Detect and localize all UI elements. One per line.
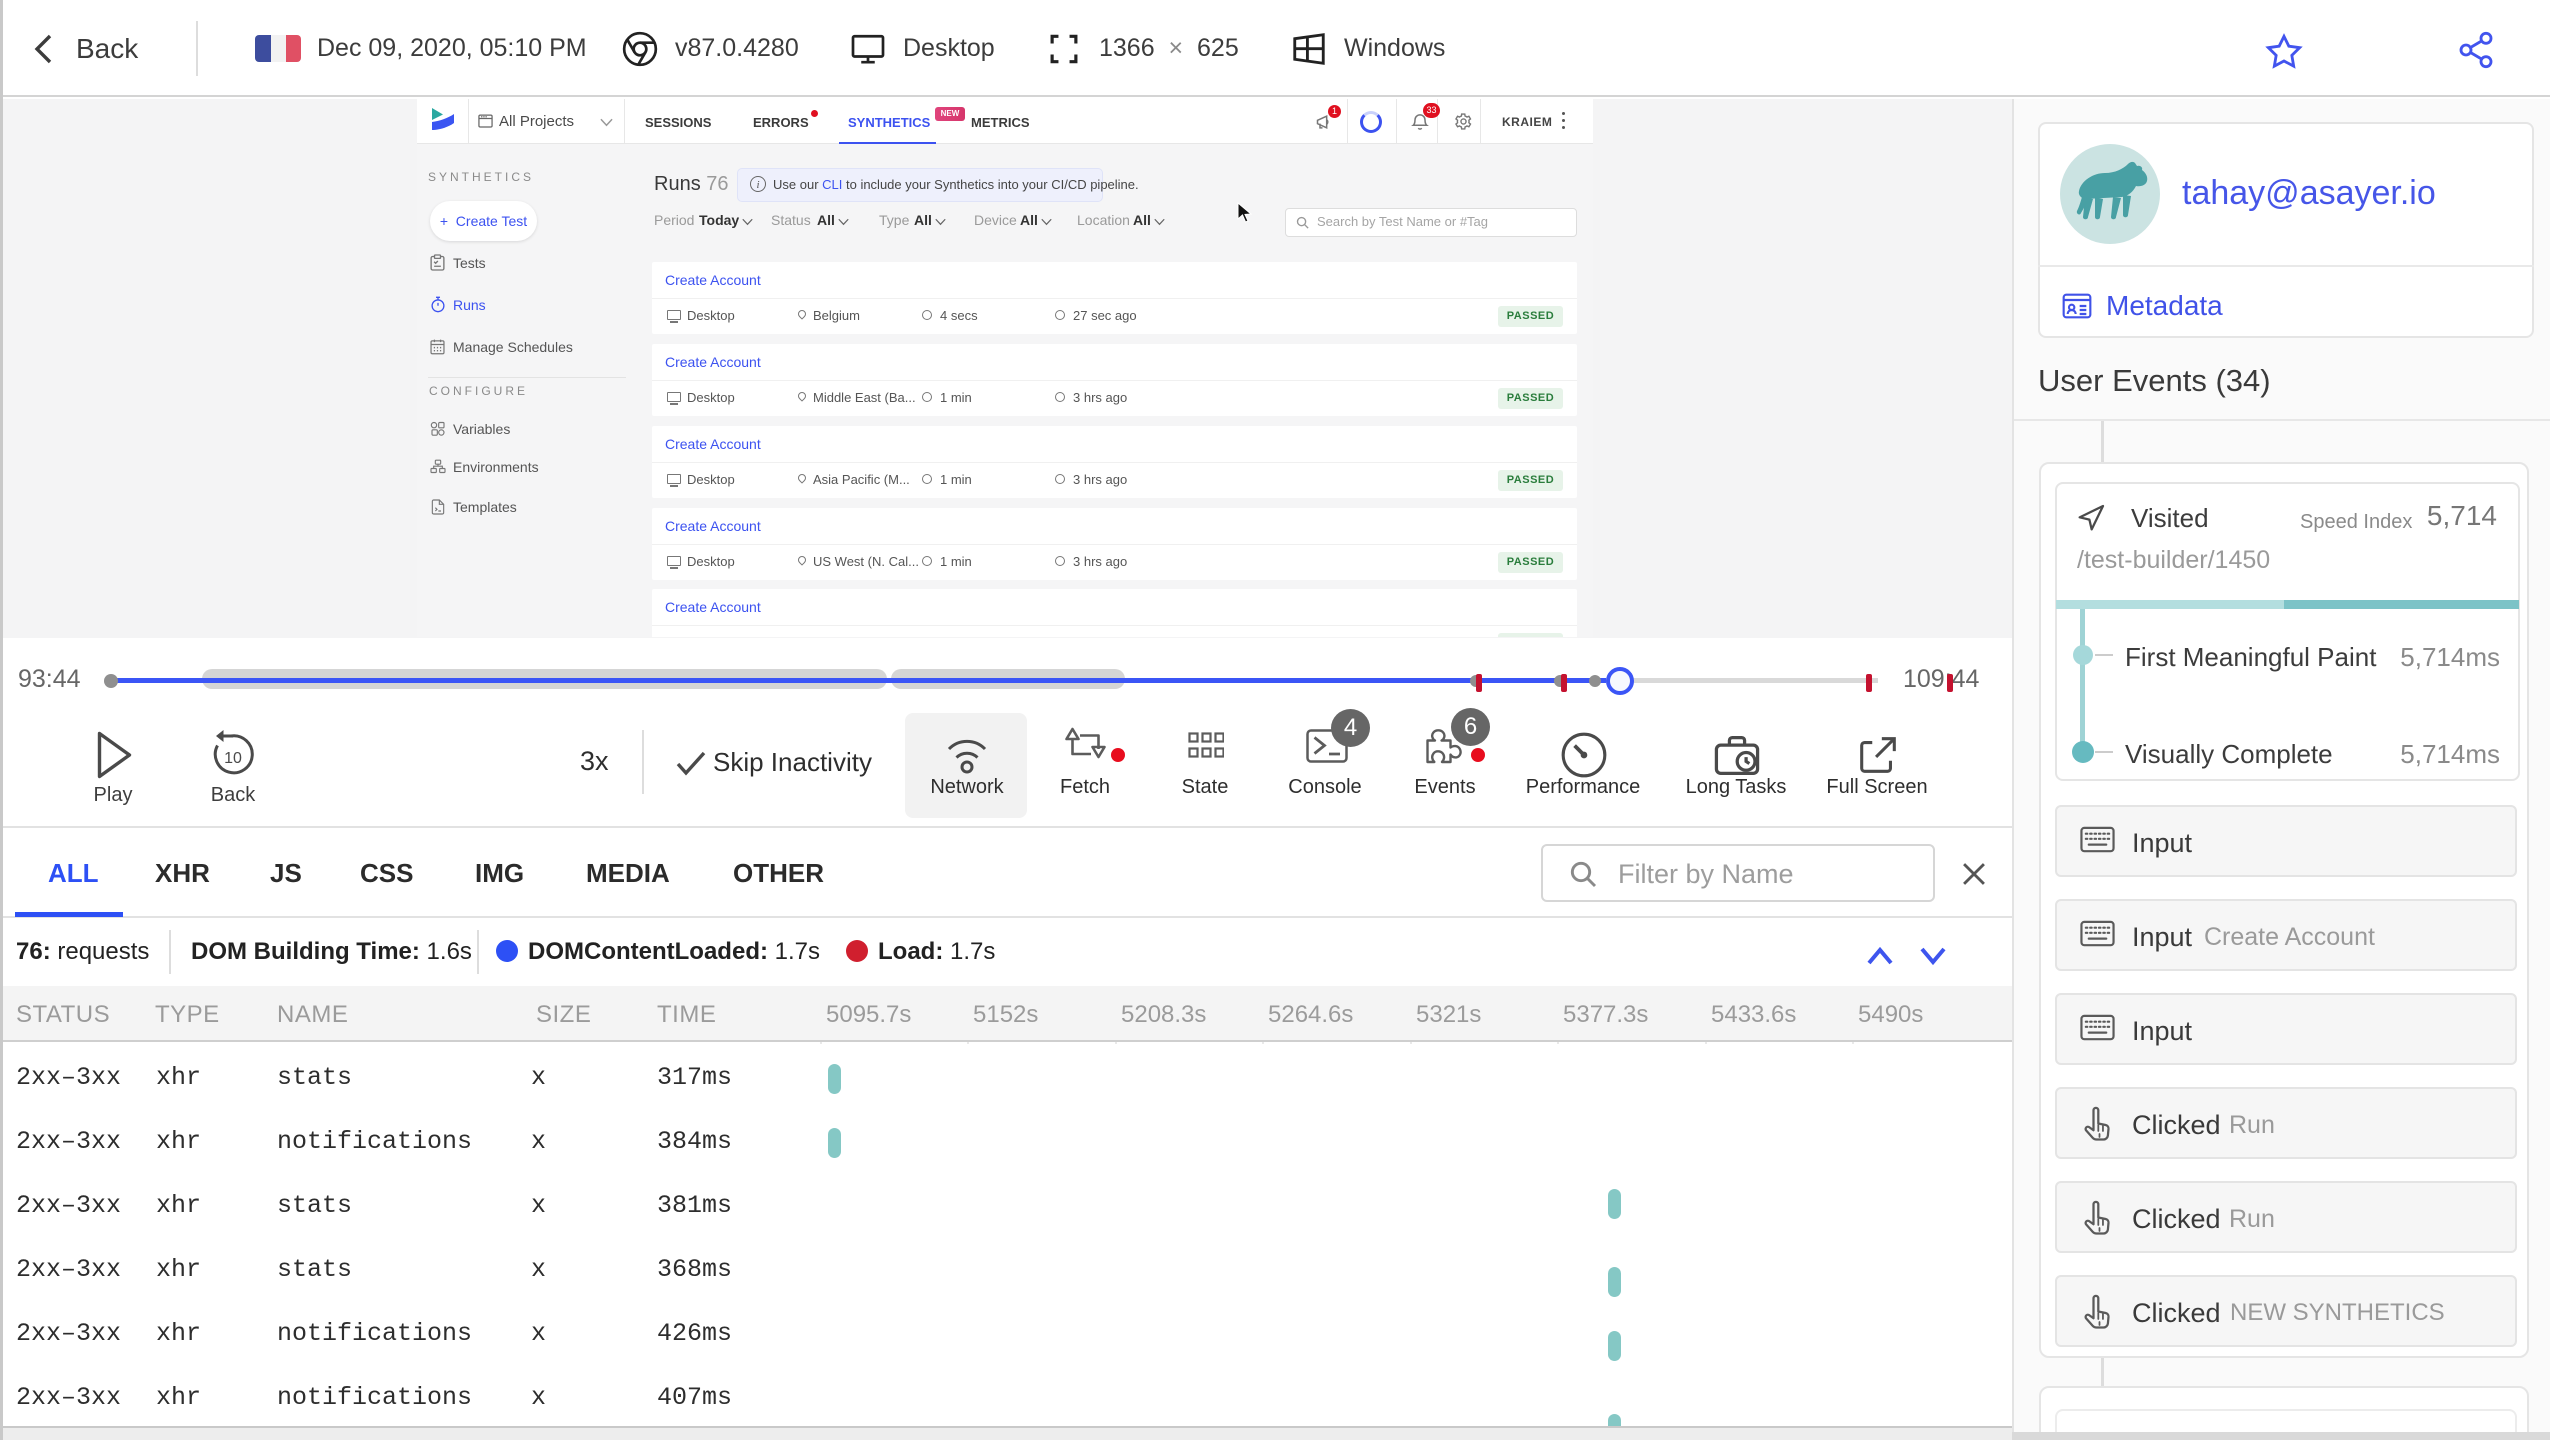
svg-text:10: 10 (224, 750, 242, 767)
